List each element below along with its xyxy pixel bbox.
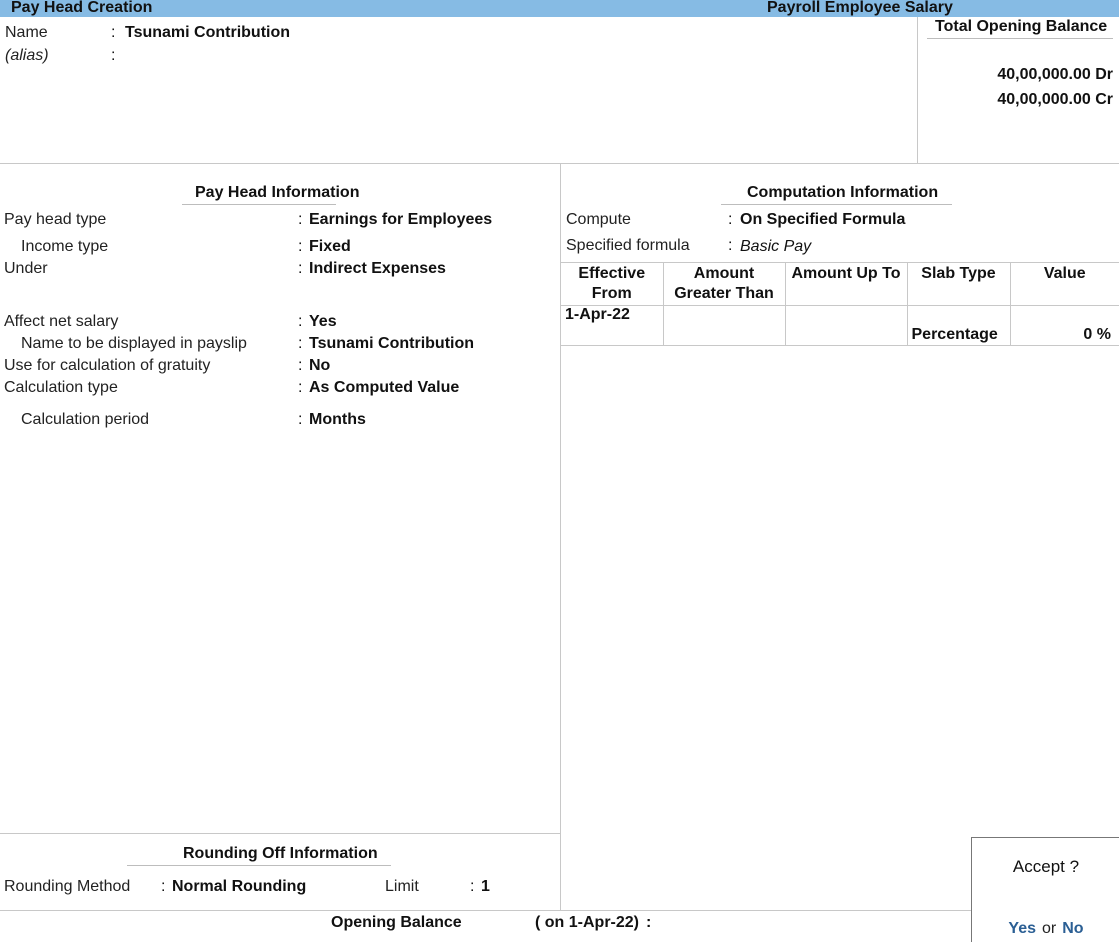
field-separator: : (728, 237, 733, 254)
specified-formula-value[interactable]: Basic Pay (740, 238, 811, 256)
name-separator: : (111, 24, 116, 41)
field-label: Calculation type (4, 379, 118, 396)
value-cell[interactable]: 0 % (1009, 305, 1119, 346)
under-value[interactable]: Indirect Expenses (309, 260, 446, 278)
field-separator: : (728, 211, 733, 228)
header-line: Amount (693, 265, 755, 282)
or-text: or (1042, 920, 1057, 937)
affect-net-salary-value[interactable]: Yes (309, 313, 337, 331)
rounding-method-label: Rounding Method (4, 878, 131, 895)
opening-balance-label: Opening Balance (331, 914, 462, 931)
field-label: Calculation period (21, 411, 150, 428)
rounding-method-value[interactable]: Normal Rounding (172, 878, 306, 896)
field-separator: : (161, 878, 166, 895)
header-line: Value (1043, 265, 1086, 282)
alias-input[interactable] (125, 47, 425, 65)
opening-balance-separator: : (646, 914, 652, 931)
field-separator: : (298, 379, 303, 396)
column-header-slab-type: Slab Type (906, 262, 1011, 306)
effective-from-cell[interactable]: 1-Apr-22 (561, 305, 664, 346)
field-separator: : (298, 211, 303, 228)
field-separator: : (298, 335, 303, 352)
slab-type-cell[interactable]: Percentage (906, 305, 1011, 346)
title-underline (182, 204, 336, 205)
rounding-info-title: Rounding Off Information (183, 845, 378, 862)
table-row: 1-Apr-22 Percentage 0 % (561, 305, 1119, 346)
name-label: Name (5, 24, 48, 41)
pay-head-type-value[interactable]: Earnings for Employees (309, 211, 492, 229)
field-separator: : (298, 238, 303, 255)
header-line: Effective (578, 265, 646, 282)
title-underline (927, 38, 1113, 39)
title-underline (127, 865, 391, 866)
column-header-effective-from: Effective From (561, 262, 664, 306)
column-header-amount-greater-than: Amount Greater Than (662, 262, 786, 306)
accept-question: Accept ? (1012, 857, 1080, 876)
field-label: Income type (21, 238, 109, 255)
header-line: Amount Up To (791, 265, 901, 282)
opening-balance-input[interactable] (660, 914, 960, 932)
title-underline (721, 204, 952, 205)
opening-balance-divider (0, 910, 971, 911)
field-separator: : (470, 878, 475, 895)
company-title: Payroll Employee Salary (767, 0, 953, 16)
screen-title: Pay Head Creation (11, 0, 153, 16)
payslip-name-value[interactable]: Tsunami Contribution (309, 335, 474, 353)
limit-value[interactable]: 1 (481, 878, 490, 896)
total-debit-value: 40,00,000.00 Dr (997, 66, 1113, 83)
yes-button[interactable]: Yes (1008, 920, 1036, 937)
gratuity-value[interactable]: No (309, 357, 330, 375)
field-label: Pay head type (4, 211, 107, 228)
calculation-period-value[interactable]: Months (309, 411, 366, 429)
alias-label: (alias) (5, 47, 49, 64)
no-button[interactable]: No (1062, 920, 1083, 937)
opening-balance-date: ( on 1-Apr-22) (535, 914, 639, 931)
alias-separator: : (111, 47, 116, 64)
calculation-type-value[interactable]: As Computed Value (309, 379, 459, 397)
amount-up-to-cell[interactable] (784, 305, 908, 346)
slab-table-header: Effective From Amount Greater Than Amoun… (561, 262, 1119, 306)
compute-label: Compute (566, 211, 631, 228)
header-line: From (591, 285, 632, 302)
amount-greater-than-cell[interactable] (662, 305, 786, 346)
field-separator: : (298, 411, 303, 428)
balance-panel-divider (917, 17, 918, 163)
total-credit-value: 40,00,000.00 Cr (997, 91, 1113, 108)
compute-value[interactable]: On Specified Formula (740, 211, 905, 229)
accept-options: Yes or No (972, 920, 1119, 938)
field-label: Affect net salary (4, 313, 119, 330)
computation-info-title: Computation Information (747, 184, 939, 201)
total-opening-balance-title: Total Opening Balance (935, 18, 1108, 35)
header-line: Slab Type (921, 265, 996, 282)
column-header-amount-up-to: Amount Up To (784, 262, 908, 306)
specified-formula-label: Specified formula (566, 237, 690, 254)
accept-dialog: Accept ? Yes or No (971, 837, 1119, 942)
title-bar: Pay Head Creation Payroll Employee Salar… (0, 0, 1119, 17)
name-input[interactable]: Tsunami Contribution (125, 24, 290, 42)
limit-label: Limit (385, 878, 419, 895)
pay-head-info-title: Pay Head Information (195, 184, 360, 201)
field-label: Name to be displayed in payslip (21, 335, 247, 352)
header-line: Greater Than (674, 285, 774, 302)
income-type-value[interactable]: Fixed (309, 238, 351, 256)
field-label: Use for calculation of gratuity (4, 357, 211, 374)
field-separator: : (298, 313, 303, 330)
rounding-divider (0, 833, 560, 834)
column-header-value: Value (1009, 262, 1119, 306)
field-separator: : (298, 260, 303, 277)
slab-table: Effective From Amount Greater Than Amoun… (561, 262, 1119, 346)
field-separator: : (298, 357, 303, 374)
field-label: Under (4, 260, 48, 277)
